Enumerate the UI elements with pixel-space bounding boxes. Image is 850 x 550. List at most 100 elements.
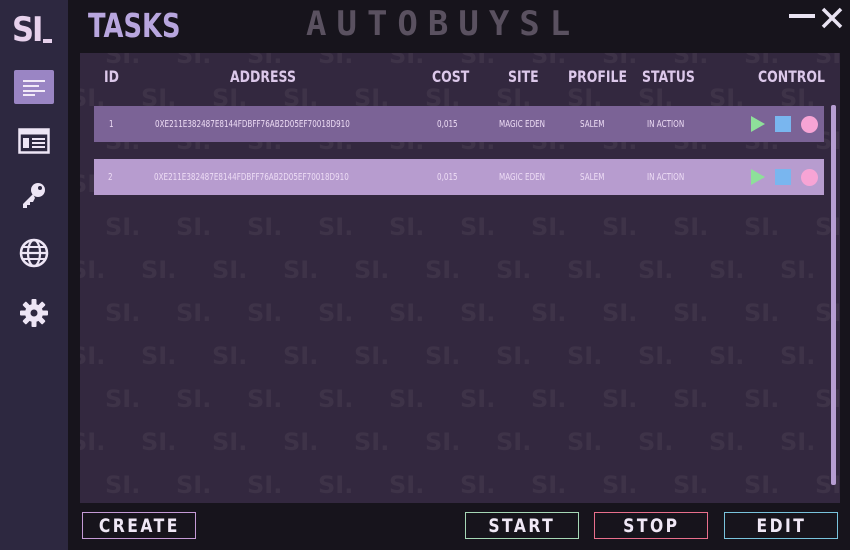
task-status: IN ACTION <box>647 172 685 183</box>
tasks-panel: SI.SI.SI.SI.SI.SI.SI.SI.SI.SI.SI.SI.SI.S… <box>80 53 840 503</box>
watermark-mark: SI. <box>567 256 602 284</box>
watermark-mark: SI. <box>318 299 353 327</box>
create-button-label: CREATE <box>98 514 180 537</box>
gear-icon <box>20 299 48 327</box>
sidebar-item-profiles[interactable] <box>14 124 54 158</box>
watermark-mark: SI. <box>318 385 353 413</box>
watermark-mark: SI. <box>780 256 815 284</box>
task-profile: SALEM <box>580 119 605 130</box>
watermark-mark: SI. <box>283 342 318 370</box>
key-icon <box>23 183 45 208</box>
app-logo: SI <box>12 8 60 52</box>
watermark-mark: SI. <box>318 213 353 241</box>
tasks-list-icon <box>23 80 45 96</box>
vertical-scrollbar[interactable] <box>831 105 836 485</box>
watermark-mark: SI. <box>496 342 531 370</box>
watermark-mark: SI. <box>105 385 140 413</box>
watermark-mark: SI. <box>80 342 105 370</box>
circle-icon <box>801 116 818 133</box>
task-cost: 0,015 <box>437 172 458 183</box>
sidebar-item-keys[interactable] <box>14 178 54 212</box>
brand-title: AUTOBUYSL <box>306 4 581 44</box>
watermark-mark: SI. <box>389 299 424 327</box>
close-button[interactable] <box>820 6 844 30</box>
watermark-mark: SI. <box>425 428 460 456</box>
watermark-mark: SI. <box>460 471 495 499</box>
watermark-mark: SI. <box>673 299 708 327</box>
task-address: 0XE211E382487E8144FDBFF76AB2D05EF70018D9… <box>155 119 350 130</box>
play-button[interactable] <box>751 116 767 132</box>
column-header-status: STATUS <box>642 67 695 86</box>
record-button[interactable] <box>801 116 818 133</box>
sidebar-item-tasks[interactable] <box>14 70 54 104</box>
watermark-mark: SI. <box>212 256 247 284</box>
watermark-mark: SI. <box>318 471 353 499</box>
sidebar-item-settings[interactable] <box>14 296 54 330</box>
watermark-mark: SI. <box>709 428 744 456</box>
stop-icon <box>775 169 791 185</box>
profiles-card-icon <box>18 128 50 154</box>
watermark-mark: SI. <box>567 428 602 456</box>
watermark-mark: SI. <box>602 213 637 241</box>
column-header-address: ADDRESS <box>230 67 296 86</box>
watermark-mark: SI. <box>602 471 637 499</box>
task-address: 0XE211E382487E8144FDBFF76AB2D05EF70018D9… <box>154 172 349 183</box>
stop-icon <box>775 116 791 132</box>
watermark-mark: SI. <box>105 471 140 499</box>
close-icon <box>821 7 843 29</box>
stop-button-label: STOP <box>622 514 680 537</box>
column-header-cost: COST <box>432 67 470 86</box>
watermark-mark: SI. <box>389 471 424 499</box>
play-icon <box>751 116 765 132</box>
watermark-mark: SI. <box>283 428 318 456</box>
column-header-profile: PROFILE <box>568 67 628 86</box>
watermark-mark: SI. <box>638 428 673 456</box>
watermark-mark: SI. <box>744 471 779 499</box>
watermark-mark: SI. <box>176 471 211 499</box>
watermark-mark: SI. <box>567 342 602 370</box>
table-row[interactable]: 1 0XE211E382487E8144FDBFF76AB2D05EF70018… <box>94 106 824 142</box>
watermark-mark: SI. <box>496 256 531 284</box>
logo-underscore <box>43 39 53 43</box>
watermark-mark: SI. <box>638 342 673 370</box>
watermark-mark: SI. <box>247 213 282 241</box>
minimize-icon <box>789 14 815 18</box>
record-button[interactable] <box>801 169 818 186</box>
watermark-mark: SI. <box>389 53 424 69</box>
edit-button-label: EDIT <box>756 514 806 537</box>
watermark-mark: SI. <box>815 213 840 241</box>
edit-button[interactable]: EDIT <box>724 512 838 539</box>
watermark-mark: SI. <box>673 385 708 413</box>
watermark-mark: SI. <box>744 385 779 413</box>
create-button[interactable]: CREATE <box>82 512 196 539</box>
stop-button[interactable]: STOP <box>594 512 708 539</box>
start-button[interactable]: START <box>465 512 579 539</box>
watermark-mark: SI. <box>283 256 318 284</box>
watermark-mark: SI. <box>531 385 566 413</box>
stop-task-button[interactable] <box>775 116 791 132</box>
watermark-mark: SI. <box>247 299 282 327</box>
watermark-mark: SI. <box>815 385 840 413</box>
minimize-button[interactable] <box>789 6 815 30</box>
logo-text: SI <box>12 10 43 50</box>
column-header-site: SITE <box>508 67 539 86</box>
play-button[interactable] <box>751 169 767 185</box>
table-row[interactable]: 2 0XE211E382487E8144FDBFF76AB2D05EF70018… <box>94 159 824 195</box>
sidebar-item-proxies[interactable] <box>14 236 54 270</box>
task-profile: SALEM <box>580 172 605 183</box>
column-header-control: CONTROL <box>758 67 825 86</box>
watermark-mark: SI. <box>815 299 840 327</box>
watermark-mark: SI. <box>780 428 815 456</box>
watermark-mark: SI. <box>460 213 495 241</box>
watermark-mark: SI. <box>212 342 247 370</box>
stop-task-button[interactable] <box>775 169 791 185</box>
watermark-mark: SI. <box>354 342 389 370</box>
watermark-mark: SI. <box>531 471 566 499</box>
watermark-mark: SI. <box>176 299 211 327</box>
watermark-mark: SI. <box>425 256 460 284</box>
watermark-mark: SI. <box>496 428 531 456</box>
watermark-mark: SI. <box>389 213 424 241</box>
watermark-mark: SI. <box>744 299 779 327</box>
sidebar: SI <box>0 0 68 550</box>
watermark-mark: SI. <box>460 385 495 413</box>
